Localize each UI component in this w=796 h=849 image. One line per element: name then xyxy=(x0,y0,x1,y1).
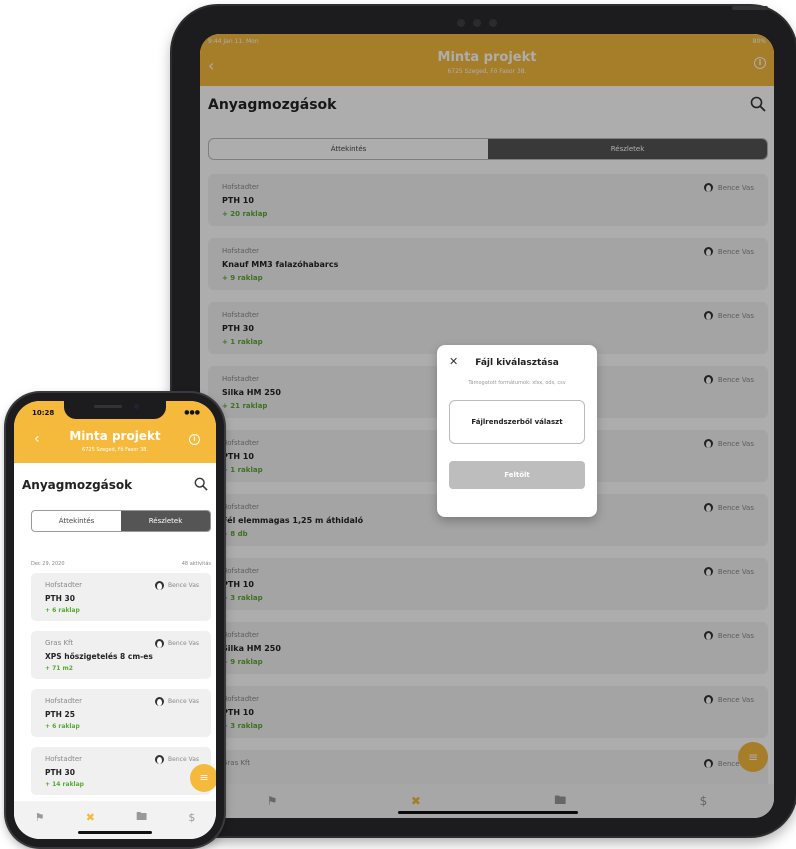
avatar-icon xyxy=(155,581,165,590)
tablet-device: 9:44 Jan 11. Mon 80% ‹ Minta projekt 672… xyxy=(172,6,796,836)
front-camera xyxy=(134,404,139,409)
signal-icon: ●●● xyxy=(184,409,200,416)
item-user-name: Bence Vas xyxy=(168,698,199,705)
item-user-name: Bence Vas xyxy=(168,582,199,589)
item-quantity: + 6 raklap xyxy=(45,607,80,614)
item-name: XPS hőszigetelés 8 cm-es xyxy=(45,652,153,661)
item-user-name: Bence Vas xyxy=(168,640,199,647)
item-quantity: + 71 m2 xyxy=(45,665,73,672)
speaker xyxy=(94,405,122,408)
upload-button[interactable]: Feltölt xyxy=(449,461,585,489)
item-user: Bence Vas xyxy=(155,697,199,706)
status-time: 10:28 xyxy=(32,409,55,417)
item-supplier: Gras Kft xyxy=(45,639,74,647)
item-name: PTH 25 xyxy=(45,710,75,719)
dialog-hint: Támogatott formátumok: xlsx, ods, csv xyxy=(468,380,566,386)
item-user: Bence Vas xyxy=(155,581,199,590)
tab-details[interactable]: Részletek xyxy=(121,511,210,531)
tablet-camera xyxy=(447,16,507,30)
tablet-screen: 9:44 Jan 11. Mon 80% ‹ Minta projekt 672… xyxy=(200,34,774,818)
item-user: Bence Vas xyxy=(155,639,199,648)
tablet-power-button xyxy=(732,6,768,10)
page-title: Anyagmozgások xyxy=(22,478,133,492)
search-icon[interactable] xyxy=(194,477,208,491)
avatar-icon xyxy=(155,639,165,648)
list-item[interactable]: Hofstadter PTH 30 + 6 raklap Bence Vas xyxy=(31,573,211,621)
dialog-title: Fájl kiválasztása xyxy=(475,358,559,368)
project-title: Minta projekt xyxy=(69,429,161,443)
item-user-name: Bence Vas xyxy=(168,756,199,763)
avatar-icon xyxy=(155,697,165,706)
date-header: Dec 29, 2020 48 aktivitás xyxy=(31,561,211,567)
list-item[interactable]: Hofstadter PTH 25 + 6 raklap Bence Vas xyxy=(31,689,211,737)
tab-overview[interactable]: Áttekintés xyxy=(32,511,121,531)
item-user: Bence Vas xyxy=(155,755,199,764)
choose-file-button[interactable]: Fájlrendszerből választ xyxy=(449,400,585,444)
item-quantity: + 6 raklap xyxy=(45,723,80,730)
flag-icon[interactable]: ⚑ xyxy=(35,811,45,824)
menu-icon[interactable]: ≡ xyxy=(190,764,216,792)
item-supplier: Hofstadter xyxy=(45,755,83,763)
item-supplier: Hofstadter xyxy=(45,581,83,589)
avatar-icon xyxy=(155,755,165,764)
item-name: PTH 30 xyxy=(45,594,75,603)
item-name: PTH 30 xyxy=(45,768,75,777)
list-item[interactable]: Gras Kft XPS hőszigetelés 8 cm-es + 71 m… xyxy=(31,631,211,679)
project-address: 6725 Szeged, Fő Fasor 38. xyxy=(82,447,148,453)
dollar-icon[interactable]: $ xyxy=(188,811,195,824)
info-icon[interactable]: i xyxy=(189,434,200,445)
folder-icon[interactable]: 🖿 xyxy=(136,808,147,827)
home-indicator xyxy=(78,831,152,834)
tools-icon[interactable]: ✖ xyxy=(86,811,95,824)
activity-count: 48 aktivitás xyxy=(181,561,211,567)
file-picker-dialog: ✕ Fájl kiválasztása Támogatott formátumo… xyxy=(437,345,597,517)
item-supplier: Hofstadter xyxy=(45,697,83,705)
phone-device: 10:28 ●●● ‹ Minta projekt 6725 Szeged, F… xyxy=(6,393,224,847)
movement-list: Hofstadter PTH 30 + 6 raklap Bence Vas G… xyxy=(31,573,211,805)
phone-notch xyxy=(64,401,166,419)
phone-screen: 10:28 ●●● ‹ Minta projekt 6725 Szeged, F… xyxy=(14,401,216,839)
list-item[interactable]: Hofstadter PTH 30 + 14 raklap Bence Vas xyxy=(31,747,211,795)
date-label: Dec 29, 2020 xyxy=(31,561,65,567)
item-quantity: + 14 raklap xyxy=(45,781,84,788)
segmented-control: Áttekintés Részletek xyxy=(31,510,211,532)
